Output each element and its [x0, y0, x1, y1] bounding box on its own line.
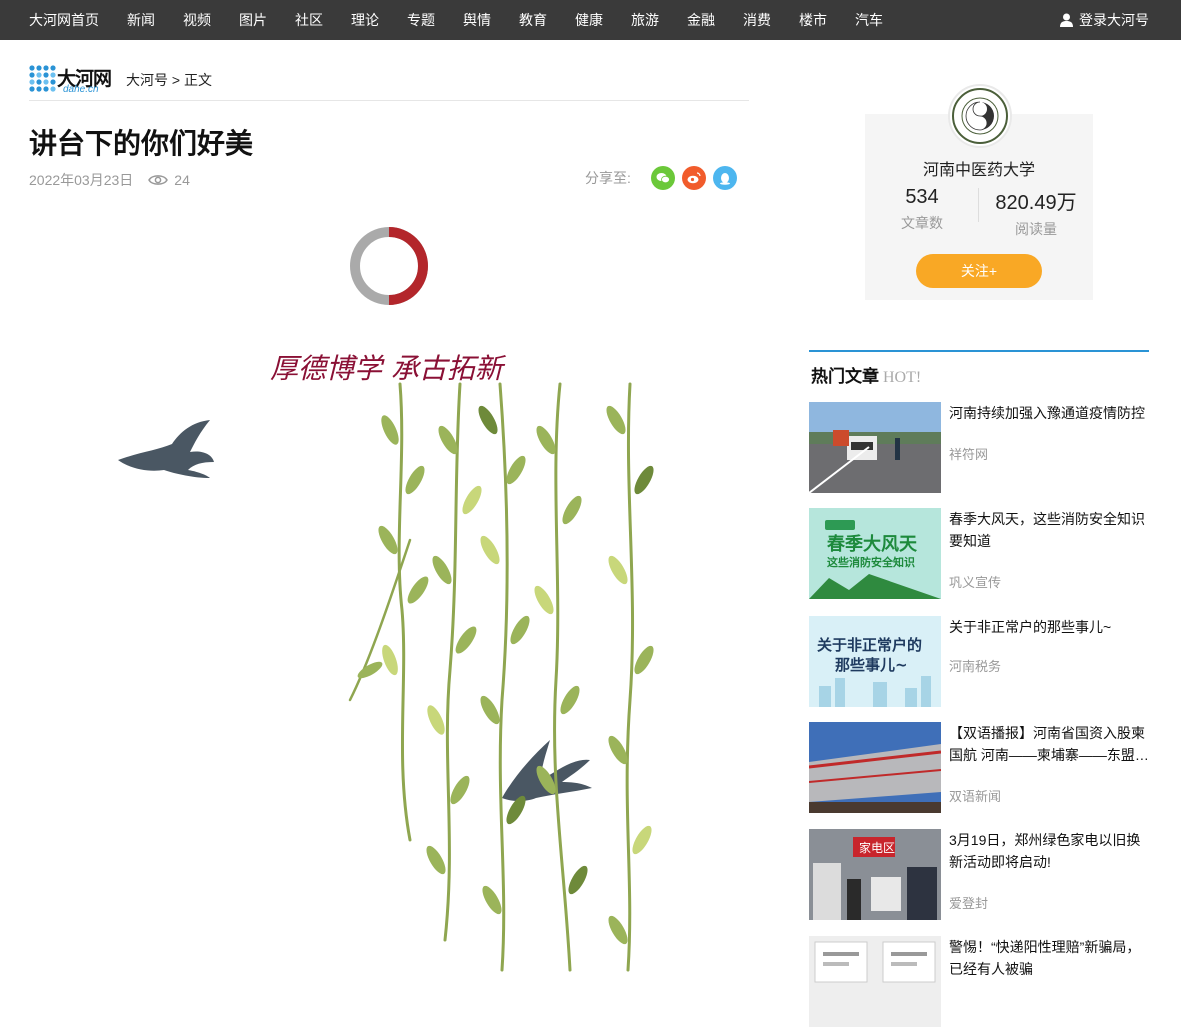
hot-item-6[interactable]: 警惕！“快递阳性理赔”新骗局，已经有人被骗 [809, 936, 1149, 1028]
hot-item-title: 【双语播报】河南省国资入股柬国航 河南——柬埔寨——东盟… [949, 725, 1149, 763]
eye-icon [148, 175, 169, 185]
author-name[interactable]: 河南中医药大学 [865, 156, 1093, 180]
page-title: 讲台下的你们好美 [29, 128, 254, 159]
hot-item-title: 春季大风天，这些消防安全知识要知道 [949, 511, 1145, 549]
hot-item-title: 关于非正常户的那些事儿~ [949, 619, 1112, 635]
author-avatar[interactable] [948, 84, 1012, 148]
wechat-icon [656, 173, 670, 184]
share-label: 分享至: [585, 170, 631, 186]
reads-count: 820.49万 [995, 192, 1077, 214]
qq-share-button[interactable] [712, 166, 737, 190]
weibo-icon [687, 172, 701, 184]
hot-item-title: 河南持续加强入豫通道疫情防控 [949, 405, 1145, 421]
nav-items: 大河网首页 新闻 视频 图片 社区 理论 专题 舆情 教育 健康 旅游 金融 消… [29, 0, 911, 40]
articles-count: 534 [905, 186, 939, 208]
hot-item-2[interactable]: 春季大风天 这些消防安全知识 春季大风天，这些消防安全知识要知道 巩义宣传 [809, 508, 1149, 600]
hot-thumb-airport [809, 722, 941, 813]
nav-item-opinion[interactable]: 舆情 [463, 10, 491, 30]
nav-item-education[interactable]: 教育 [519, 10, 547, 30]
svg-text:那些事儿~: 那些事儿~ [835, 656, 908, 674]
svg-text:家电区: 家电区 [859, 840, 895, 855]
nav-item-topics[interactable]: 专题 [407, 10, 435, 30]
hot-item-3[interactable]: 关于非正常户的 那些事儿~ 关于非正常户的那些事儿~ 河南税务 [809, 616, 1149, 708]
share-bar: 分享至: [585, 166, 744, 190]
nav-item-pictures[interactable]: 图片 [239, 10, 267, 30]
nav-item-news[interactable]: 新闻 [127, 10, 155, 30]
hot-item-source: 双语新闻 [949, 789, 1002, 804]
reads-stat: 820.49万 阅读量 [979, 186, 1093, 239]
loading-spinner-icon [350, 227, 428, 305]
art-calligraphy-caption: 厚德博学 承古拓新 [270, 352, 507, 385]
hot-thumb-tax: 关于非正常户的 那些事儿~ [809, 616, 941, 707]
reads-label: 阅读量 [1015, 221, 1057, 237]
nav-item-auto[interactable]: 汽车 [855, 10, 883, 30]
nav-item-property[interactable]: 楼市 [799, 10, 827, 30]
article-meta: 2022年03月23日 24 [29, 170, 190, 190]
hot-item-source: 巩义宣传 [949, 575, 1002, 590]
hot-thumb-scam [809, 936, 941, 1027]
nav-item-travel[interactable]: 旅游 [631, 10, 659, 30]
swallow-left-icon [118, 420, 214, 478]
qq-icon [719, 172, 730, 185]
hot-item-source: 河南税务 [949, 659, 1002, 674]
weibo-share-button[interactable] [681, 166, 706, 190]
swallow-right-icon [502, 740, 592, 801]
nav-item-theory[interactable]: 理论 [351, 10, 379, 30]
logo-domain: dahe.cn [63, 84, 99, 95]
header-divider [29, 100, 749, 101]
nav-item-consumer[interactable]: 消费 [743, 10, 771, 30]
hot-thumb-appliance: 家电区 [809, 829, 941, 920]
university-seal-icon [952, 88, 1008, 144]
wechat-share-button[interactable] [650, 166, 675, 190]
nav-item-finance[interactable]: 金融 [687, 10, 715, 30]
view-count: 24 [148, 172, 190, 188]
hot-title-en: HOT! [883, 369, 922, 386]
view-count-value: 24 [174, 172, 190, 188]
user-icon [1060, 13, 1073, 27]
hot-thumb-checkpoint [809, 402, 941, 493]
nav-item-community[interactable]: 社区 [295, 10, 323, 30]
login-link[interactable]: 登录大河号 [1060, 0, 1149, 40]
hot-section-title: 热门文章 HOT! [811, 362, 921, 387]
login-label: 登录大河号 [1079, 12, 1149, 28]
top-nav: 大河网首页 新闻 视频 图片 社区 理论 专题 舆情 教育 健康 旅游 金融 消… [0, 0, 1181, 40]
svg-text:关于非正常户的: 关于非正常户的 [817, 636, 922, 654]
svg-text:春季大风天: 春季大风天 [827, 533, 918, 555]
hot-item-source: 祥符网 [949, 447, 989, 462]
hot-item-1[interactable]: 河南持续加强入豫通道疫情防控 祥符网 [809, 402, 1149, 494]
articles-label: 文章数 [901, 215, 943, 231]
hot-title-cn: 热门文章 [811, 367, 879, 386]
articles-stat: 534 文章数 [865, 186, 979, 233]
hot-item-4[interactable]: 【双语播报】河南省国资入股柬国航 河南——柬埔寨——东盟… 双语新闻 [809, 722, 1149, 814]
hot-item-5[interactable]: 家电区 3月19日，郑州绿色家电以旧换新活动即将启动! 爱登封 [809, 829, 1149, 921]
hot-section-divider [809, 350, 1149, 352]
svg-text:这些消防安全知识: 这些消防安全知识 [827, 555, 915, 569]
hot-item-title: 警惕！“快递阳性理赔”新骗局，已经有人被骗 [949, 939, 1141, 977]
willow-swallow-illustration: 厚德博学 承古拓新 [118, 352, 654, 972]
nav-item-home[interactable]: 大河网首页 [29, 10, 99, 30]
publish-date: 2022年03月23日 [29, 172, 134, 188]
nav-item-video[interactable]: 视频 [183, 10, 211, 30]
breadcrumb[interactable]: 大河号 > 正文 [126, 70, 212, 90]
hot-item-title: 3月19日，郑州绿色家电以旧换新活动即将启动! [949, 832, 1141, 870]
hot-item-source: 爱登封 [949, 896, 989, 911]
follow-button[interactable]: 关注+ [916, 254, 1042, 288]
nav-item-health[interactable]: 健康 [575, 10, 603, 30]
hot-thumb-fire-safety: 春季大风天 这些消防安全知识 [809, 508, 941, 599]
